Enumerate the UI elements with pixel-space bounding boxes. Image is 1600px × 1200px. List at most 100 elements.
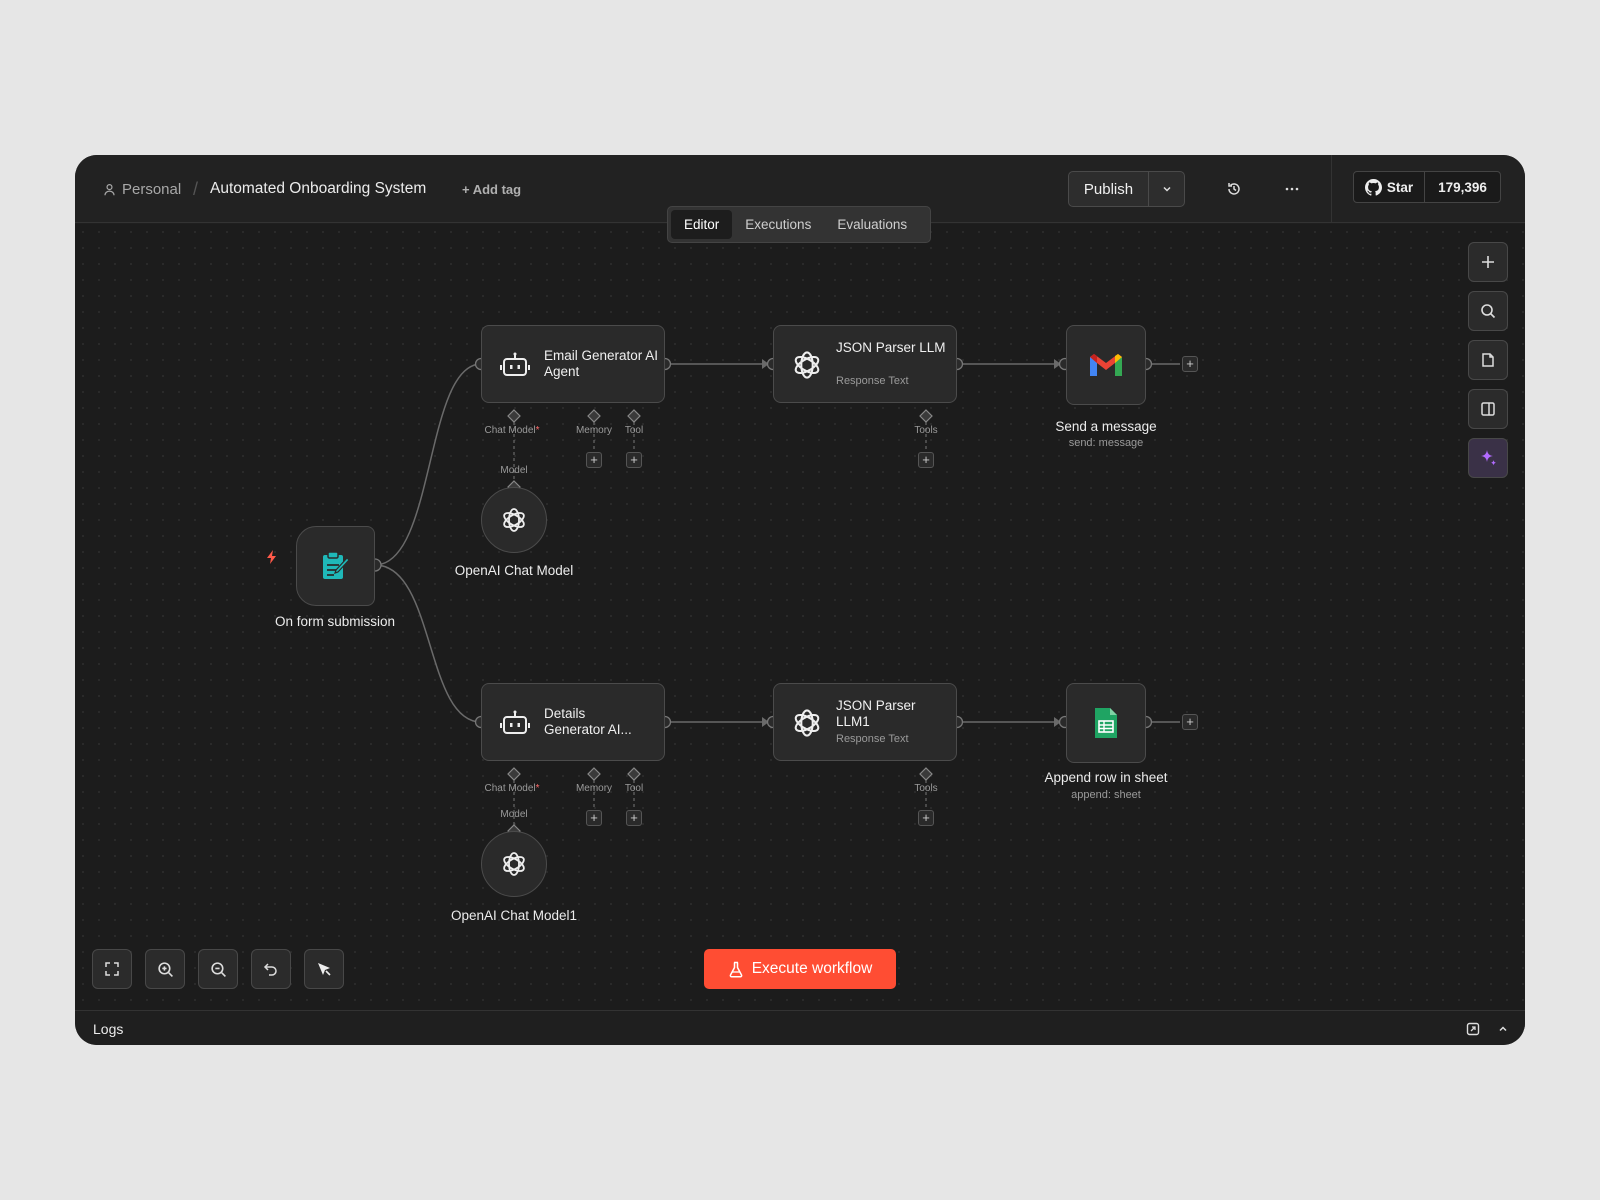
openai-icon [794,351,820,379]
node-label-openai-chat-model: OpenAI Chat Model [454,563,574,578]
add-node-after-gmail-button[interactable]: + [1182,356,1198,372]
port-label-tool-2: Tool [624,783,644,794]
port-tools-parser-1 [919,409,933,423]
more-icon [1285,187,1299,191]
more-options-button[interactable] [1276,173,1308,205]
port-label-memory-2: Memory [575,783,613,794]
search-nodes-button[interactable] [1468,291,1508,331]
undo-icon [263,963,277,976]
add-memory-button[interactable]: + [586,452,602,468]
add-sticky-note-button[interactable] [1468,340,1508,380]
node-label-send-a-message: Send a message [1055,419,1157,434]
node-icon-wrap [790,706,824,740]
node-openai-chat-model[interactable] [481,487,547,553]
node-label-append-row-in-sheet: Append row in sheet [1044,770,1168,785]
search-icon [1481,304,1496,319]
zoom-in-button[interactable] [145,949,185,989]
user-icon [104,183,115,195]
node-subtitle-append-row-in-sheet: append: sheet [1071,789,1141,801]
publish-button[interactable]: Publish [1069,172,1149,206]
required-marker: * [535,425,540,436]
tab-evaluations[interactable]: Evaluations [824,210,920,239]
node-subtitle-json-parser-llm: Response Text [836,375,909,387]
port-label-tool-1: Tool [624,425,644,436]
node-send-a-message[interactable] [1066,325,1146,405]
github-star-button[interactable]: Star 179,396 [1353,171,1501,203]
node-label-on-form-submission: On form submission [274,614,396,629]
panel-icon [1481,402,1495,416]
gmail-icon [1090,354,1122,376]
publish-button-group: Publish [1068,171,1185,207]
execute-workflow-button[interactable]: Execute workflow [704,949,896,989]
robot-icon [500,352,530,376]
header-divider [1331,155,1332,223]
history-button[interactable] [1218,173,1250,205]
port-label-tools-2: Tools [914,783,938,794]
node-subtitle-send-a-message: send: message [1068,437,1144,449]
node-subtitle-json-parser-llm1: Response Text [836,733,909,745]
add-tool-button[interactable]: + [626,810,642,826]
publish-dropdown-button[interactable] [1149,172,1184,206]
popout-logs-button[interactable] [1464,1020,1482,1038]
zoom-in-icon [157,961,173,977]
flask-icon [729,961,743,978]
logs-label: Logs [93,1020,124,1037]
node-json-parser-llm1[interactable]: JSON Parser LLM1 Response Text [773,683,957,761]
sticky-note-icon [1482,353,1494,367]
sheets-icon [1095,708,1117,738]
add-memory-button[interactable]: + [586,810,602,826]
expand-logs-button[interactable] [1494,1020,1512,1038]
port-label-memory-1: Memory [575,425,613,436]
chevron-up-icon [1499,1026,1507,1032]
connection-trigger-details-agent [374,564,482,723]
toggle-panel-button[interactable] [1468,389,1508,429]
node-json-parser-llm[interactable]: JSON Parser LLM Response Text [773,325,957,403]
zoom-out-icon [210,961,226,977]
node-label-openai-chat-model1: OpenAI Chat Model1 [450,908,578,923]
workflow-name[interactable]: Automated Onboarding System [210,155,426,223]
add-node-after-sheets-button[interactable]: + [1182,714,1198,730]
node-details-generator-agent[interactable]: Details Generator AI... [481,683,665,761]
breadcrumb-workspace[interactable]: Personal [103,155,181,223]
tab-editor[interactable]: Editor [671,210,733,239]
required-marker: * [535,783,540,794]
breadcrumb-separator: / [193,178,199,199]
node-on-form-submission[interactable] [296,526,375,606]
form-icon [322,551,350,579]
add-tag-button[interactable]: + Add tag [462,155,521,223]
port-chat-model-2 [507,767,521,781]
node-icon-wrap [498,706,532,740]
tab-executions[interactable]: Executions [732,210,824,239]
add-node-button[interactable] [1468,242,1508,282]
github-star-label-cell: Star [1354,172,1425,202]
zoom-out-button[interactable] [198,949,238,989]
app-window: Personal / Automated Onboarding System +… [75,155,1525,1045]
node-openai-chat-model1[interactable] [481,831,547,897]
node-title-email-generator-agent: Email Generator AI Agent [544,348,659,379]
add-tools-button[interactable]: + [918,452,934,468]
bolt-icon [267,550,276,564]
popout-icon [1466,1022,1480,1036]
port-tool-2 [627,767,641,781]
tidy-up-button[interactable] [304,949,344,989]
node-append-row-in-sheet[interactable] [1066,683,1146,763]
port-label-chat-model-2: Chat Model* [484,783,539,794]
node-title-json-parser-llm: JSON Parser LLM [836,340,946,355]
logs-panel-bar[interactable]: Logs [75,1010,1525,1045]
add-tools-button[interactable]: + [918,810,934,826]
chevron-down-icon [1162,186,1171,192]
fit-view-button[interactable] [92,949,132,989]
undo-button[interactable] [251,949,291,989]
github-star-count: 179,396 [1438,179,1487,195]
view-tabs: Editor Executions Evaluations [667,206,931,243]
port-chat-model-1 [507,409,521,423]
node-email-generator-agent[interactable]: Email Generator AI Agent [481,325,665,403]
ai-assistant-button[interactable] [1468,438,1508,478]
port-tools-parser-2 [919,767,933,781]
github-icon [1364,178,1382,196]
add-tool-button[interactable]: + [626,452,642,468]
port-label-tools-1: Tools [914,425,938,436]
port-label-chat-model-1: Chat Model* [484,425,539,436]
workflow-canvas[interactable]: On form submission Email Generator AI Ag… [75,224,1525,1010]
port-memory-1 [587,409,601,423]
